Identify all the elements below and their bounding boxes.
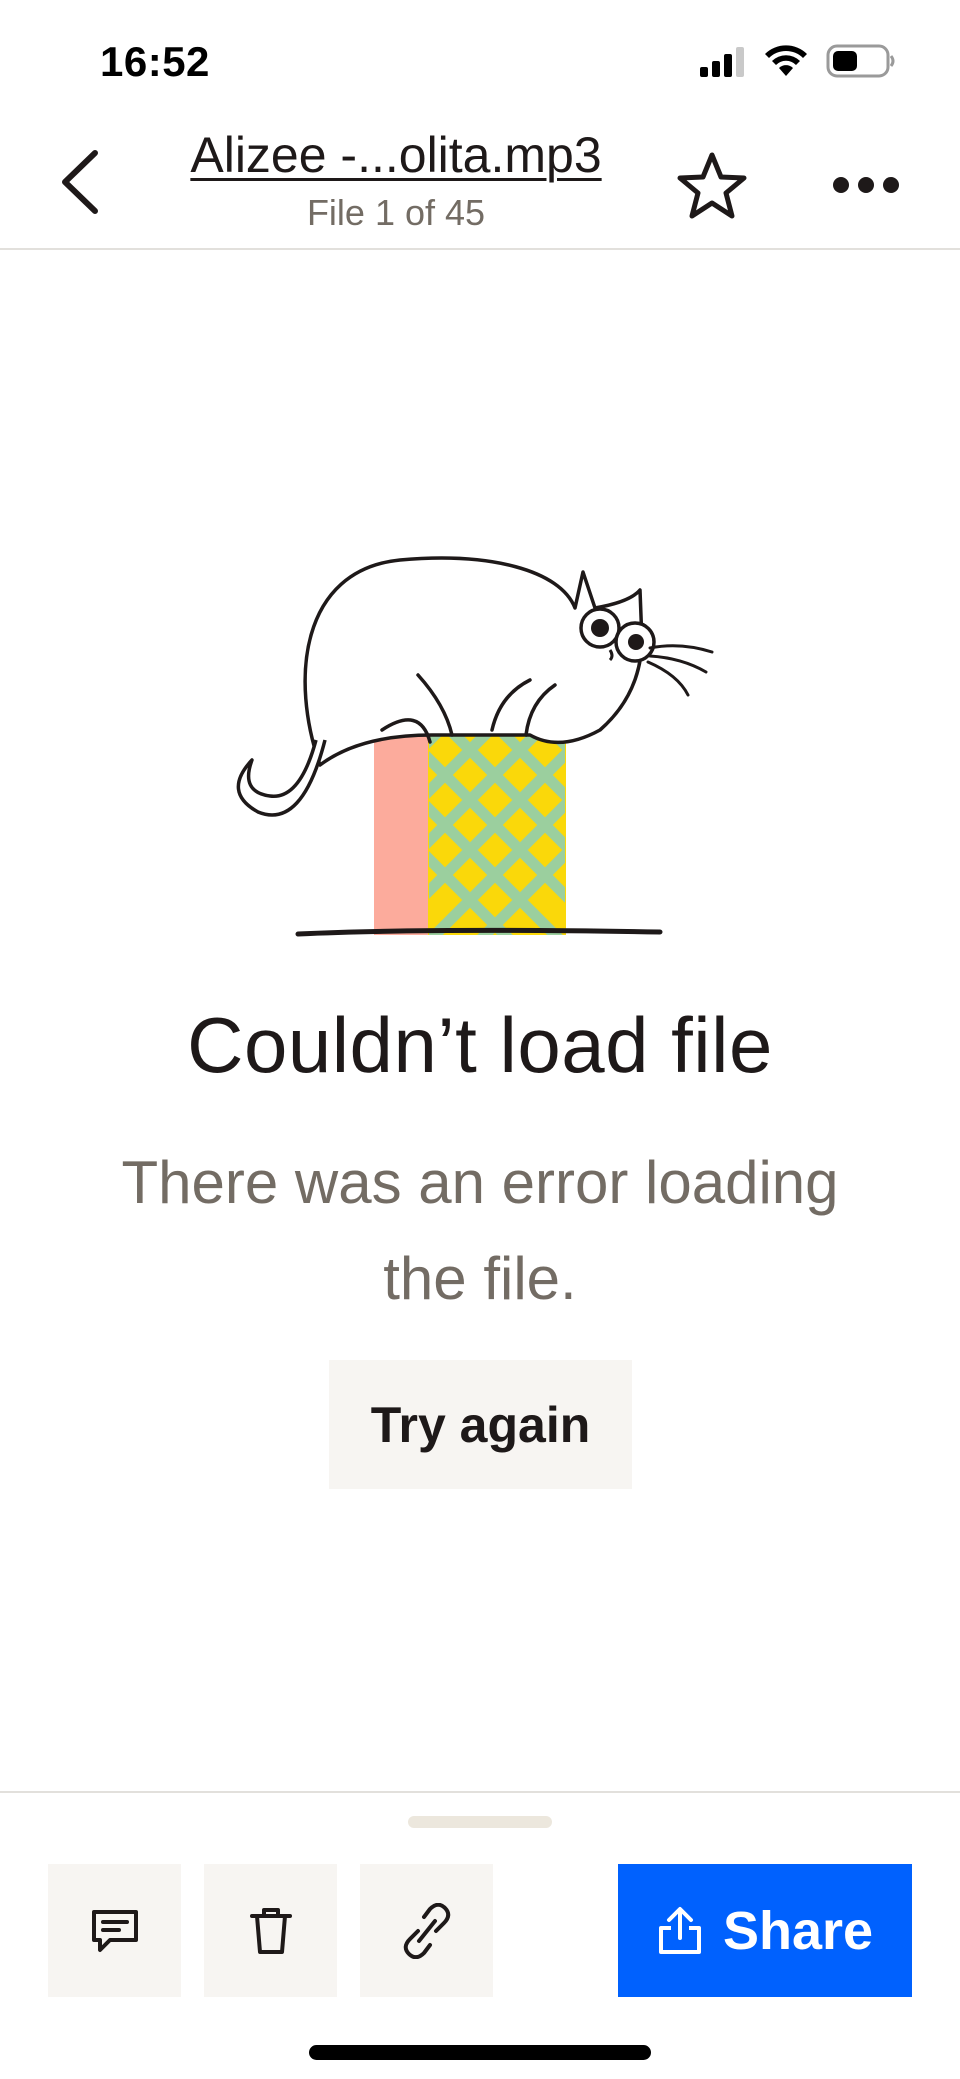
- more-options-button[interactable]: [820, 150, 912, 220]
- cat-body: [303, 556, 644, 767]
- back-button[interactable]: [44, 142, 114, 222]
- chevron-left-icon: [62, 150, 98, 214]
- file-position: File 1 of 45: [306, 192, 486, 233]
- more-dot-icon: [833, 177, 849, 193]
- cat-tail: [236, 739, 327, 817]
- more-dot-icon: [858, 177, 874, 193]
- file-title-block[interactable]: Alizee -...olita.mp3 File 1 of 45: [140, 126, 652, 234]
- link-icon: [403, 1902, 450, 1959]
- status-bar: 16:52: [0, 0, 960, 120]
- cat-pupil: [628, 634, 644, 650]
- box-side: [374, 735, 432, 935]
- cat-on-box-illustration: [236, 556, 714, 937]
- cat-whisker: [648, 644, 714, 654]
- cat-pupil: [591, 619, 609, 637]
- share-label: Share: [722, 1900, 874, 1961]
- home-indicator: [309, 2045, 651, 2060]
- star-button[interactable]: [672, 146, 752, 226]
- cat-whisker: [648, 654, 708, 674]
- trash-icon: [249, 1907, 292, 1954]
- wifi-icon: [765, 45, 807, 76]
- error-title: Couldn’t load file: [187, 1001, 773, 1089]
- delete-button[interactable]: [204, 1864, 337, 1997]
- status-icons: [698, 44, 896, 78]
- drag-handle[interactable]: [408, 1816, 552, 1828]
- comment-icon: [91, 1909, 138, 1952]
- bottom-toolbar: Share: [0, 1791, 960, 2079]
- cat-whisker: [646, 660, 690, 697]
- viewer-header: Alizee -...olita.mp3 File 1 of 45: [0, 120, 960, 250]
- try-again-button[interactable]: Try again: [329, 1360, 632, 1489]
- share-upload-icon: [658, 1906, 701, 1954]
- star-icon: [677, 152, 747, 219]
- battery-icon: [826, 44, 895, 78]
- share-button[interactable]: Share: [618, 1864, 912, 1997]
- cellular-signal-icon: [700, 47, 744, 77]
- copy-link-button[interactable]: [360, 1864, 493, 1997]
- file-title[interactable]: Alizee -...olita.mp3: [140, 126, 652, 184]
- status-time: 16:52: [100, 38, 210, 85]
- more-dot-icon: [883, 177, 899, 193]
- error-message: There was an error loading the file.: [121, 1149, 839, 1312]
- comment-button[interactable]: [48, 1864, 181, 1997]
